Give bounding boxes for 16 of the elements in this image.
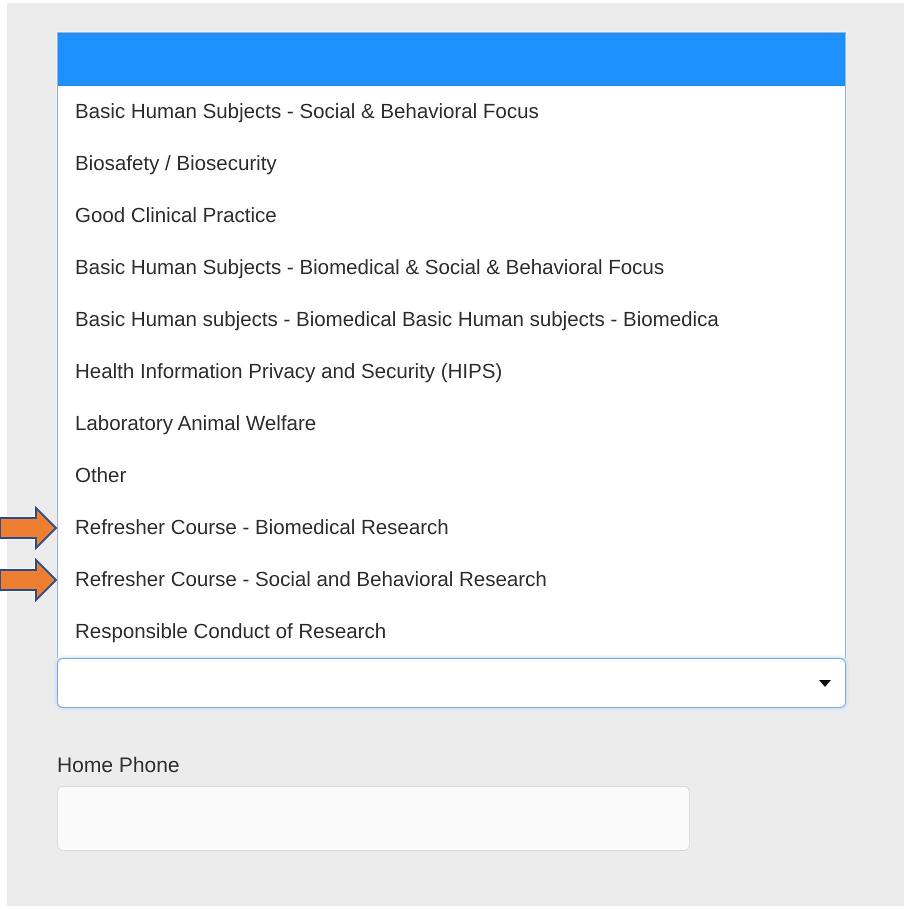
caret-icon: [819, 680, 831, 686]
dropdown-option[interactable]: Biosafety / Biosecurity: [58, 138, 845, 190]
dropdown-option[interactable]: Responsible Conduct of Research: [58, 606, 845, 658]
dropdown-option[interactable]: Basic Human subjects - Biomedical Basic Human subjects - Biomedica: [58, 294, 845, 346]
field-label: Home Phone: [57, 754, 180, 778]
dropdown-option[interactable]: [58, 33, 845, 86]
dropdown-option[interactable]: Basic Human Subjects - Social & Behavioral Focus: [58, 86, 845, 138]
select-field[interactable]: [57, 658, 846, 708]
dropdown-option[interactable]: Laboratory Animal Welfare: [58, 398, 845, 450]
dropdown-option[interactable]: Refresher Course - Biomedical Research: [58, 502, 845, 554]
dropdown-option[interactable]: Good Clinical Practice: [58, 190, 845, 242]
dropdown-option[interactable]: Health Information Privacy and Security (HIPS): [58, 346, 845, 398]
dropdown-option[interactable]: Basic Human Subjects - Biomedical & Social & Behavioral Focus: [58, 242, 845, 294]
input-field[interactable]: [57, 786, 690, 851]
dropdown-option[interactable]: Other: [58, 450, 845, 502]
dropdown-option[interactable]: Refresher Course - Social and Behavioral Research: [58, 554, 845, 606]
